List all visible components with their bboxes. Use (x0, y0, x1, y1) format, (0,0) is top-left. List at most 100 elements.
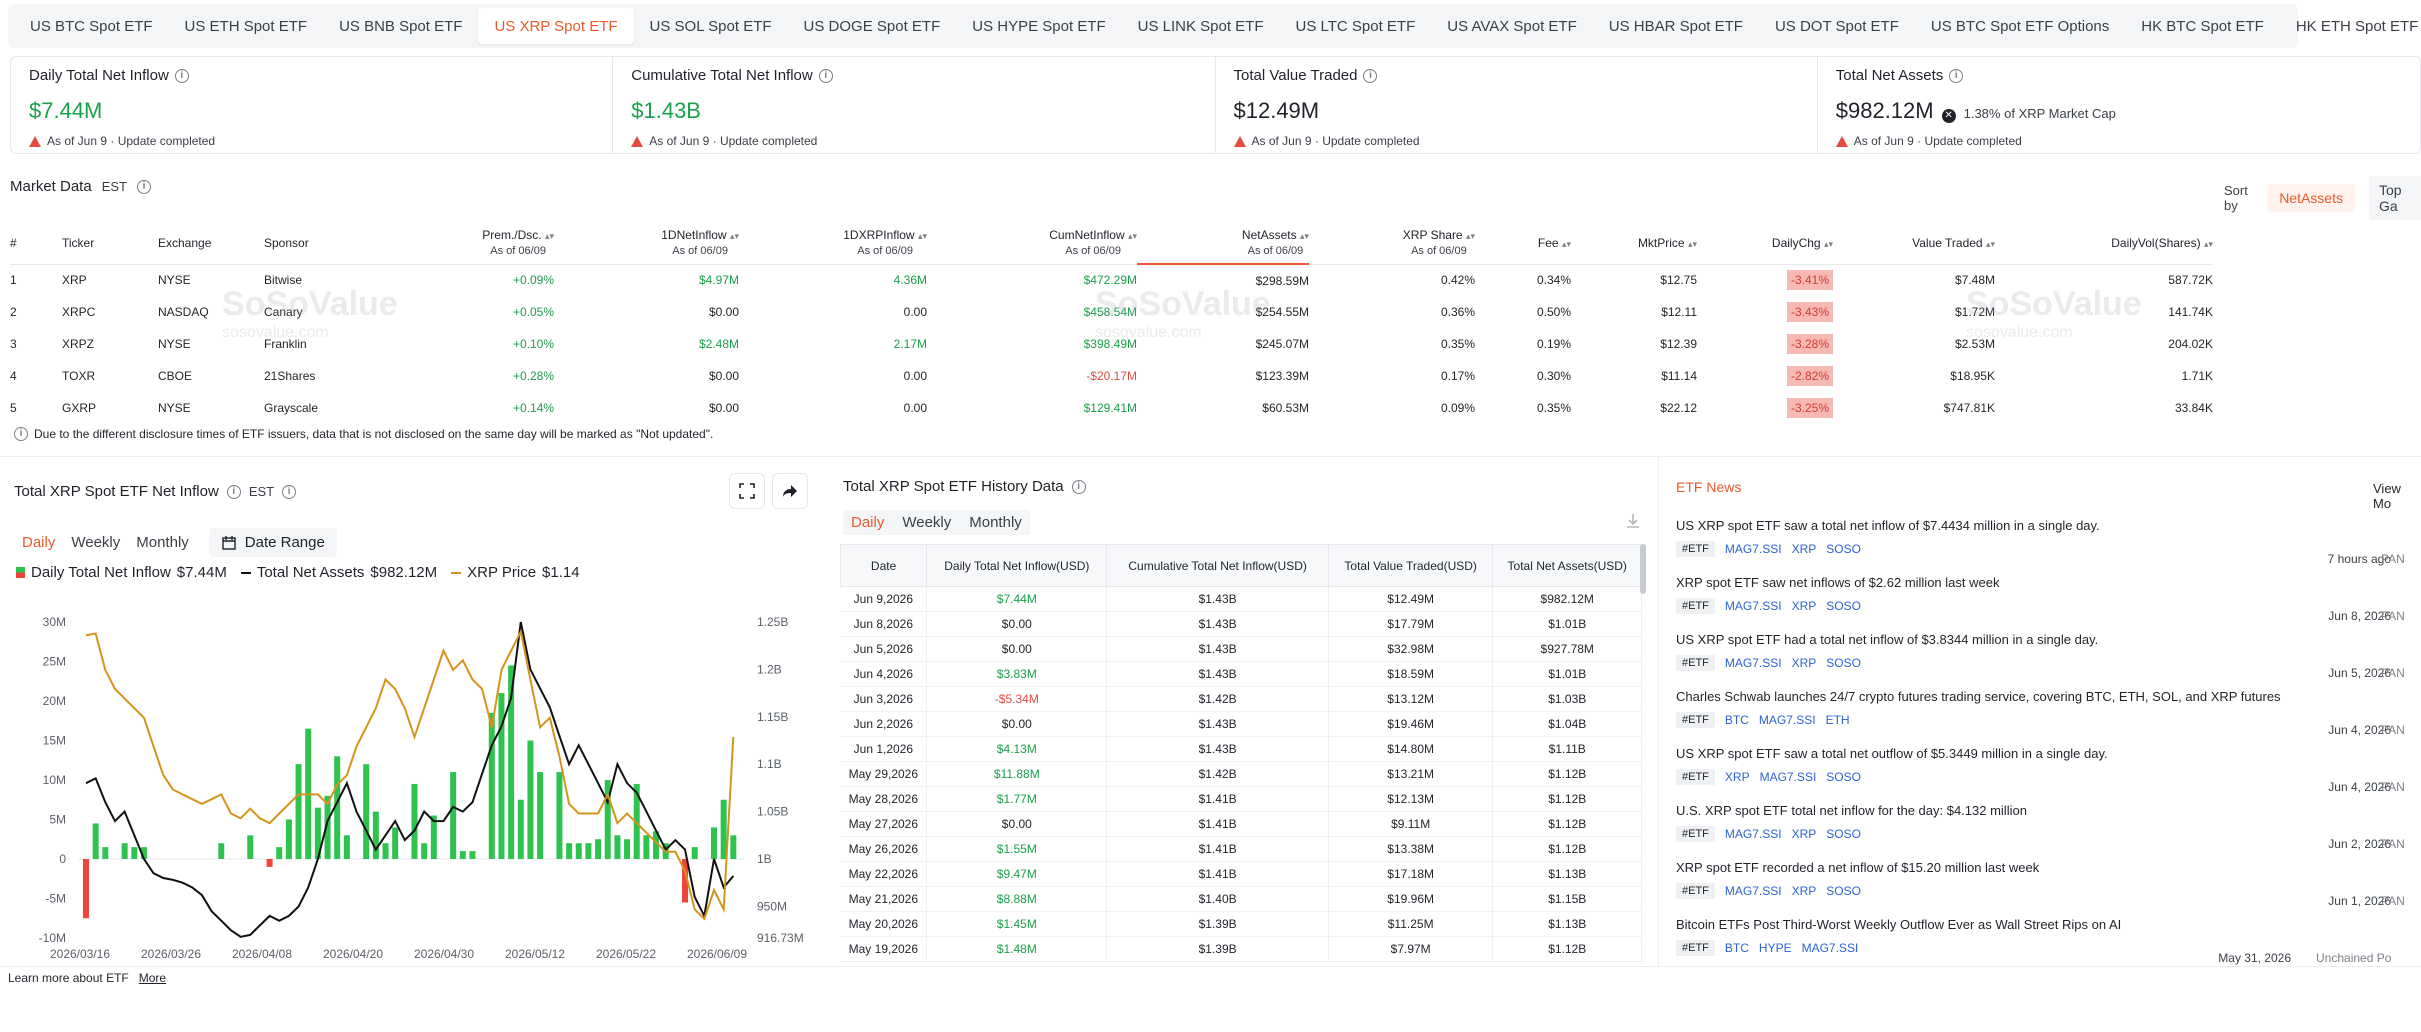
legend-assets[interactable]: Total Net Assets $982.12M (240, 564, 437, 581)
news-item[interactable]: US XRP spot ETF saw a total net inflow o… (1676, 518, 2421, 566)
col-daily-vol[interactable]: DailyVol(Shares) ▴▾ (1995, 222, 2213, 265)
news-headline[interactable]: US XRP spot ETF saw a total net outflow … (1676, 746, 2421, 761)
news-headline[interactable]: XRP spot ETF saw net inflows of $2.62 mi… (1676, 575, 2421, 590)
news-asset-link[interactable]: MAG7.SSI (1725, 827, 1782, 841)
table-row[interactable]: May 19,2026 $1.48M $1.39B $7.97M $1.12B (840, 936, 1642, 962)
date-range-button[interactable]: Date Range (208, 528, 337, 557)
col-inflow[interactable]: 1DNetInflow ▴▾ As of 06/09 (554, 222, 739, 265)
table-row[interactable]: Jun 1,2026 $4.13M $1.43B $14.80M $1.11B (840, 736, 1642, 762)
news-asset-link[interactable]: ETH (1826, 713, 1850, 727)
sort-netassets-button[interactable]: NetAssets (2267, 184, 2355, 212)
news-tag[interactable]: #ETF (1676, 598, 1715, 614)
news-asset-link[interactable]: MAG7.SSI (1725, 542, 1782, 556)
info-icon[interactable]: i (282, 484, 297, 499)
tab-us-bnb-spot-etf[interactable]: US BNB Spot ETF (323, 8, 478, 44)
news-headline[interactable]: US XRP spot ETF had a total net inflow o… (1676, 632, 2421, 647)
news-tag[interactable]: #ETF (1676, 769, 1715, 785)
news-asset-link[interactable]: XRP (1792, 542, 1817, 556)
news-tag[interactable]: #ETF (1676, 883, 1715, 899)
col-prem[interactable]: Prem./Dsc. ▴▾ As of 06/09 (454, 222, 554, 265)
news-asset-link[interactable]: SOSO (1826, 884, 1861, 898)
col-xrp-inflow[interactable]: 1DXRPInflow ▴▾ As of 06/09 (739, 222, 927, 265)
table-row[interactable]: May 28,2026 $1.77M $1.41B $12.13M $1.12B (840, 786, 1642, 812)
history-scrollbar[interactable] (1640, 544, 1646, 594)
table-row[interactable]: 4 TOXR CBOE 21Shares +0.28% $0.00 0.00 -$20.17M… (10, 360, 2213, 392)
news-item[interactable]: US XRP spot ETF had a total net inflow o… (1676, 632, 2421, 680)
news-asset-link[interactable]: XRP (1792, 599, 1817, 613)
news-headline[interactable]: US XRP spot ETF saw a total net inflow o… (1676, 518, 2421, 533)
news-item[interactable]: Charles Schwab launches 24/7 crypto futu… (1676, 689, 2421, 737)
news-asset-link[interactable]: BTC (1725, 713, 1749, 727)
info-icon[interactable]: i (1071, 479, 1086, 494)
news-asset-link[interactable]: XRP (1792, 827, 1817, 841)
table-row[interactable]: Jun 9,2026 $7.44M $1.43B $12.49M $982.12M (840, 586, 1642, 612)
news-asset-link[interactable]: SOSO (1826, 599, 1861, 613)
news-asset-link[interactable]: BTC (1725, 941, 1749, 955)
tab-us-xrp-spot-etf[interactable]: US XRP Spot ETF (478, 8, 634, 44)
news-headline[interactable]: Bitcoin ETFs Post Third-Worst Weekly Out… (1676, 917, 2421, 932)
table-row[interactable]: Jun 5,2026 $0.00 $1.43B $32.98M $927.78M (840, 636, 1642, 662)
table-row[interactable]: 3 XRPZ NYSE Franklin +0.10% $2.48M 2.17M $398.4… (10, 328, 2213, 360)
info-icon[interactable]: i (1363, 68, 1378, 83)
view-more-link[interactable]: View Mo (2373, 481, 2421, 511)
news-item[interactable]: Bitcoin ETFs Post Third-Worst Weekly Out… (1676, 917, 2421, 965)
footer-more-link[interactable]: More (139, 971, 166, 985)
sort-topgainers-button[interactable]: Top Ga (2369, 176, 2421, 220)
table-row[interactable]: Jun 4,2026 $3.83M $1.43B $18.59M $1.01B (840, 661, 1642, 687)
news-asset-link[interactable]: SOSO (1826, 542, 1861, 556)
news-tag[interactable]: #ETF (1676, 940, 1715, 956)
col-value-traded[interactable]: Value Traded ▴▾ (1833, 222, 1995, 265)
tab-hk-eth-spot-etf[interactable]: HK ETH Spot ETF (2280, 8, 2421, 44)
period-weekly[interactable]: Weekly (902, 514, 951, 531)
info-icon[interactable]: i (226, 484, 241, 499)
tab-us-btc-spot-etf-options[interactable]: US BTC Spot ETF Options (1915, 8, 2125, 44)
col-daily-chg[interactable]: DailyChg ▴▾ (1697, 222, 1833, 265)
fullscreen-button[interactable] (729, 473, 765, 509)
news-asset-link[interactable]: SOSO (1826, 770, 1861, 784)
news-asset-link[interactable]: MAG7.SSI (1725, 599, 1782, 613)
tab-us-hbar-spot-etf[interactable]: US HBAR Spot ETF (1593, 8, 1759, 44)
period-monthly[interactable]: Monthly (969, 514, 1022, 531)
table-row[interactable]: Jun 3,2026 -$5.34M $1.42B $13.12M $1.03B (840, 686, 1642, 712)
news-asset-link[interactable]: SOSO (1826, 827, 1861, 841)
news-asset-link[interactable]: MAG7.SSI (1725, 884, 1782, 898)
tab-us-eth-spot-etf[interactable]: US ETH Spot ETF (169, 8, 324, 44)
col-net-assets[interactable]: NetAssets ▴▾ As of 06/09 (1137, 222, 1309, 265)
table-row[interactable]: 5 GXRP NYSE Grayscale +0.14% $0.00 0.00 $129.41… (10, 392, 2213, 424)
tab-us-avax-spot-etf[interactable]: US AVAX Spot ETF (1431, 8, 1593, 44)
tab-us-ltc-spot-etf[interactable]: US LTC Spot ETF (1280, 8, 1432, 44)
tab-us-btc-spot-etf[interactable]: US BTC Spot ETF (14, 8, 169, 44)
info-icon[interactable]: i (818, 68, 833, 83)
col-mkt-price[interactable]: MktPrice ▴▾ (1571, 222, 1697, 265)
table-row[interactable]: May 26,2026 $1.55M $1.41B $13.38M $1.12B (840, 836, 1642, 862)
share-button[interactable] (772, 473, 808, 509)
news-tag[interactable]: #ETF (1676, 826, 1715, 842)
info-icon[interactable]: i (174, 68, 189, 83)
news-headline[interactable]: U.S. XRP spot ETF total net inflow for t… (1676, 803, 2421, 818)
news-item[interactable]: US XRP spot ETF saw a total net outflow … (1676, 746, 2421, 794)
news-tag[interactable]: #ETF (1676, 541, 1715, 557)
legend-price[interactable]: XRP Price $1.14 (451, 564, 580, 581)
period-daily[interactable]: Daily (22, 534, 55, 551)
legend-inflow[interactable]: Daily Total Net Inflow $7.44M (16, 564, 227, 581)
news-item[interactable]: XRP spot ETF recorded a net inflow of $1… (1676, 860, 2421, 908)
table-row[interactable]: 1 XRP NYSE Bitwise +0.09% $4.97M 4.36M $472.29M… (10, 264, 2213, 296)
tab-us-link-spot-etf[interactable]: US LINK Spot ETF (1122, 8, 1280, 44)
tab-us-hype-spot-etf[interactable]: US HYPE Spot ETF (956, 8, 1121, 44)
news-asset-link[interactable]: MAG7.SSI (1759, 713, 1816, 727)
news-asset-link[interactable]: XRP (1725, 770, 1750, 784)
col-fee[interactable]: Fee ▴▾ (1475, 222, 1571, 265)
news-asset-link[interactable]: HYPE (1759, 941, 1792, 955)
news-asset-link[interactable]: MAG7.SSI (1802, 941, 1859, 955)
col-xrp-share[interactable]: XRP Share ▴▾ As of 06/09 (1309, 222, 1475, 265)
period-daily[interactable]: Daily (851, 514, 884, 531)
table-row[interactable]: May 20,2026 $1.45M $1.39B $11.25M $1.13B (840, 911, 1642, 937)
news-asset-link[interactable]: MAG7.SSI (1725, 656, 1782, 670)
tab-us-sol-spot-etf[interactable]: US SOL Spot ETF (634, 8, 788, 44)
news-asset-link[interactable]: MAG7.SSI (1760, 770, 1817, 784)
table-row[interactable]: May 27,2026 $0.00 $1.41B $9.11M $1.12B (840, 811, 1642, 837)
tab-hk-btc-spot-etf[interactable]: HK BTC Spot ETF (2125, 8, 2280, 44)
period-weekly[interactable]: Weekly (71, 534, 120, 551)
table-row[interactable]: 2 XRPC NASDAQ Canary +0.05% $0.00 0.00 $458.54M… (10, 296, 2213, 328)
news-item[interactable]: XRP spot ETF saw net inflows of $2.62 mi… (1676, 575, 2421, 623)
